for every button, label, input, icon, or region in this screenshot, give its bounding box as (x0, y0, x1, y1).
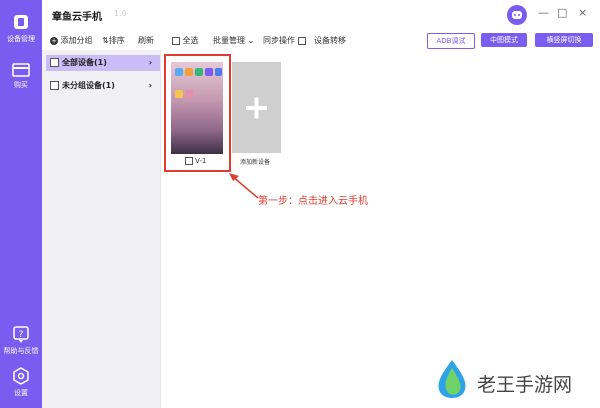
sync-ops-label: 同步操作 (263, 36, 295, 45)
sort-label: 排序 (108, 36, 125, 45)
device-transfer-button[interactable]: 设备转移 (314, 35, 346, 46)
checkbox-icon (297, 36, 306, 45)
app-icon (175, 68, 183, 76)
group-item-all[interactable]: 全部设备(1) › (46, 55, 160, 71)
app-icon (215, 68, 222, 76)
group-list: 全部设备(1) › 未分组设备(1) › (42, 50, 160, 408)
select-all-label: 全选 (182, 36, 199, 45)
app-icon (195, 68, 203, 76)
gear-icon (13, 367, 29, 385)
device-name[interactable]: V-1 (185, 157, 206, 165)
sidebar-item-label: 帮助与反馈 (3, 347, 39, 355)
checkbox-icon[interactable] (50, 58, 59, 67)
chevron-right-icon: › (148, 58, 152, 67)
batch-manage-dropdown[interactable]: 批量管理 ⌄ (213, 35, 254, 46)
add-group-button[interactable]: + 添加分组 (50, 35, 93, 46)
annotation-arrow-icon (229, 173, 259, 199)
sidebar-item-label: 设备管理 (7, 35, 35, 43)
refresh-button[interactable]: 刷新 (138, 35, 154, 46)
app-icon (185, 68, 193, 76)
adb-debug-button[interactable]: ADB调试 (427, 33, 475, 49)
group-item-ungrouped[interactable]: 未分组设备(1) › (46, 78, 160, 94)
user-icon (512, 11, 522, 19)
sync-ops-toggle[interactable]: 同步操作 (263, 35, 306, 46)
app-icon (185, 90, 193, 98)
group-label: 全部设备(1) (62, 58, 107, 67)
phone-icon (14, 15, 28, 29)
card-icon (12, 63, 30, 77)
sort-button[interactable]: ⇅排序 (102, 35, 125, 46)
close-button[interactable]: × (578, 6, 587, 19)
checkbox-icon (172, 36, 180, 45)
orientation-toggle-button[interactable]: 横竖屏切换 (535, 33, 593, 47)
sidebar: 设备管理 购买 ? 帮助与反馈 设置 (0, 0, 42, 408)
sidebar-item-purchase[interactable]: 购买 (0, 62, 42, 90)
avatar[interactable] (507, 5, 527, 25)
app-icon (175, 90, 183, 98)
checkbox-icon[interactable] (185, 157, 193, 165)
device-name-label: V-1 (195, 157, 207, 165)
app-title: 章鱼云手机 (52, 12, 102, 23)
maximize-button[interactable]: □ (557, 6, 567, 19)
help-icon: ? (13, 326, 29, 343)
title-bar: 章鱼云手机 1.0 — □ × (42, 0, 600, 30)
chevron-right-icon: › (148, 81, 152, 90)
refresh-label: 刷新 (138, 36, 154, 45)
device-transfer-label: 设备转移 (314, 36, 346, 45)
minimize-button[interactable]: — (538, 6, 549, 19)
sidebar-item-device-management[interactable]: 设备管理 (0, 12, 42, 44)
watermark-text: 老王手游网 (477, 374, 573, 396)
sidebar-item-help[interactable]: ? 帮助与反馈 (0, 326, 42, 356)
app-version: 1.0 (114, 9, 127, 18)
device-screen-thumbnail[interactable] (171, 62, 223, 154)
add-device-label: 添加新设备 (240, 159, 271, 166)
sidebar-item-label: 设置 (14, 389, 28, 397)
app-icon (205, 68, 213, 76)
plus-icon (246, 97, 267, 119)
medium-mode-button[interactable]: 中图模式 (481, 33, 527, 47)
add-device-card[interactable] (232, 62, 281, 153)
annotation-text: 第一步：点击进入云手机 (258, 196, 368, 207)
watermark-logo-icon (438, 360, 466, 398)
sidebar-item-label: 购买 (14, 81, 28, 89)
sort-icon: ⇅ (102, 36, 109, 45)
select-all-checkbox[interactable]: 全选 (172, 35, 199, 46)
add-group-label: 添加分组 (60, 36, 93, 45)
svg-text:?: ? (19, 330, 24, 340)
divider (160, 50, 161, 408)
chevron-down-icon: ⌄ (247, 36, 255, 45)
plus-circle-icon: + (50, 36, 58, 45)
group-label: 未分组设备(1) (62, 81, 115, 90)
checkbox-icon[interactable] (50, 81, 59, 90)
batch-manage-label: 批量管理 (213, 36, 245, 45)
sidebar-item-settings[interactable]: 设置 (0, 366, 42, 398)
